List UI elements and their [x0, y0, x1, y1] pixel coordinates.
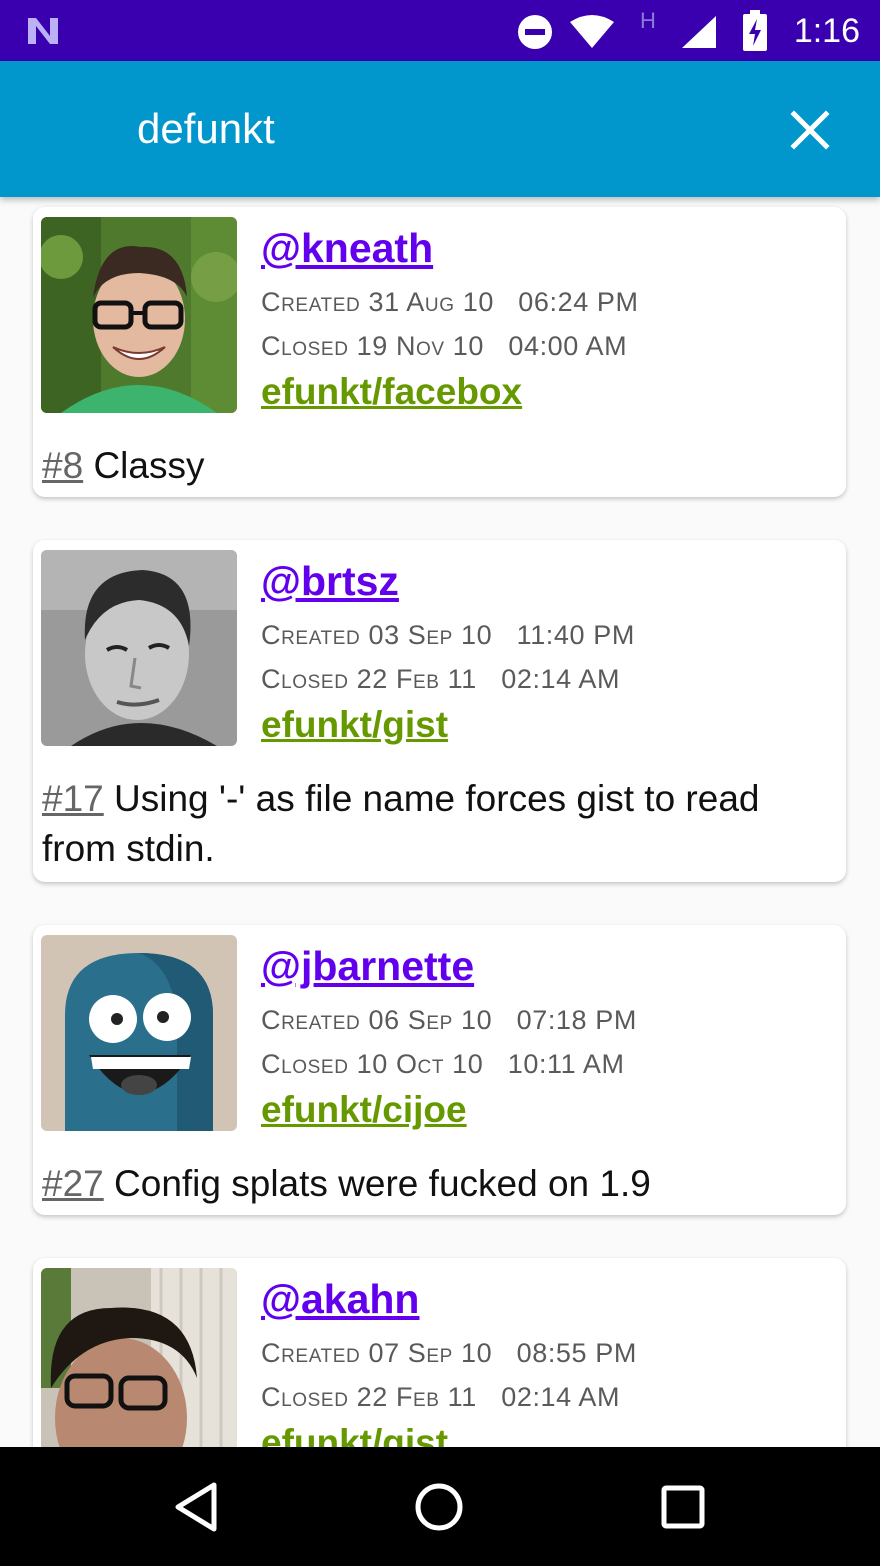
repo-link[interactable]: efunkt/facebox	[261, 371, 522, 413]
issue-card[interactable]: @kneath Created 31 Aug 10 06:24 PM Close…	[33, 207, 846, 497]
notification-n-icon	[28, 18, 58, 44]
closed-date: Closed 22 Feb 11 02:14 AM	[261, 664, 621, 694]
user-link[interactable]: @kneath	[261, 225, 433, 272]
repo-link[interactable]: efunkt/gist	[261, 1422, 448, 1447]
cell-signal-icon	[682, 16, 716, 48]
close-icon[interactable]	[786, 106, 834, 154]
avatar[interactable]	[41, 550, 237, 746]
issue-number-link[interactable]: #17	[42, 778, 104, 819]
created-date: Created 31 Aug 10 06:24 PM	[261, 287, 639, 317]
created-date: Created 07 Sep 10 08:55 PM	[261, 1338, 637, 1368]
app-bar: defunkt	[0, 61, 880, 197]
user-link[interactable]: @jbarnette	[261, 943, 474, 990]
issue-title: #8 Classy	[42, 441, 822, 491]
wifi-icon	[570, 15, 614, 48]
issue-list[interactable]: @kneath Created 31 Aug 10 06:24 PM Close…	[0, 197, 880, 1447]
issue-title: #27 Config splats were fucked on 1.9	[42, 1159, 822, 1209]
repo-link[interactable]: efunkt/cijoe	[261, 1089, 467, 1131]
recents-icon[interactable]	[660, 1484, 706, 1530]
h-network-label: H	[640, 8, 656, 33]
avatar[interactable]	[41, 1268, 237, 1447]
issue-title-text: Classy	[93, 445, 205, 486]
page-title: defunkt	[137, 105, 275, 152]
closed-date: Closed 22 Feb 11 02:14 AM	[261, 1382, 621, 1412]
user-link[interactable]: @brtsz	[261, 558, 399, 605]
back-icon[interactable]	[172, 1481, 220, 1533]
issue-card[interactable]: @brtsz Created 03 Sep 10 11:40 PM Closed…	[33, 540, 846, 882]
closed-date: Closed 10 Oct 10 10:11 AM	[261, 1049, 625, 1079]
issue-title-text: Config splats were fucked on 1.9	[114, 1163, 651, 1204]
issue-number-link[interactable]: #8	[42, 445, 83, 486]
user-link[interactable]: @akahn	[261, 1276, 419, 1323]
closed-date: Closed 19 Nov 10 04:00 AM	[261, 331, 628, 361]
issue-title-text: Using '-' as file name forces gist to re…	[42, 778, 760, 869]
issue-number-link[interactable]: #27	[42, 1163, 104, 1204]
home-icon[interactable]	[414, 1482, 464, 1532]
status-bar: H 1:16	[0, 0, 880, 61]
issue-card[interactable]: @akahn Created 07 Sep 10 08:55 PM Closed…	[33, 1258, 846, 1447]
issue-title: #17 Using '-' as file name forces gist t…	[42, 774, 822, 874]
system-nav-bar	[0, 1447, 880, 1566]
avatar[interactable]	[41, 935, 237, 1131]
battery-charging-icon	[743, 10, 767, 51]
avatar[interactable]	[41, 217, 237, 413]
issue-card[interactable]: @jbarnette Created 06 Sep 10 07:18 PM Cl…	[33, 925, 846, 1215]
created-date: Created 03 Sep 10 11:40 PM	[261, 620, 635, 650]
do-not-disturb-icon	[518, 15, 552, 49]
repo-link[interactable]: efunkt/gist	[261, 704, 448, 746]
created-date: Created 06 Sep 10 07:18 PM	[261, 1005, 637, 1035]
clock: 1:16	[793, 12, 860, 50]
